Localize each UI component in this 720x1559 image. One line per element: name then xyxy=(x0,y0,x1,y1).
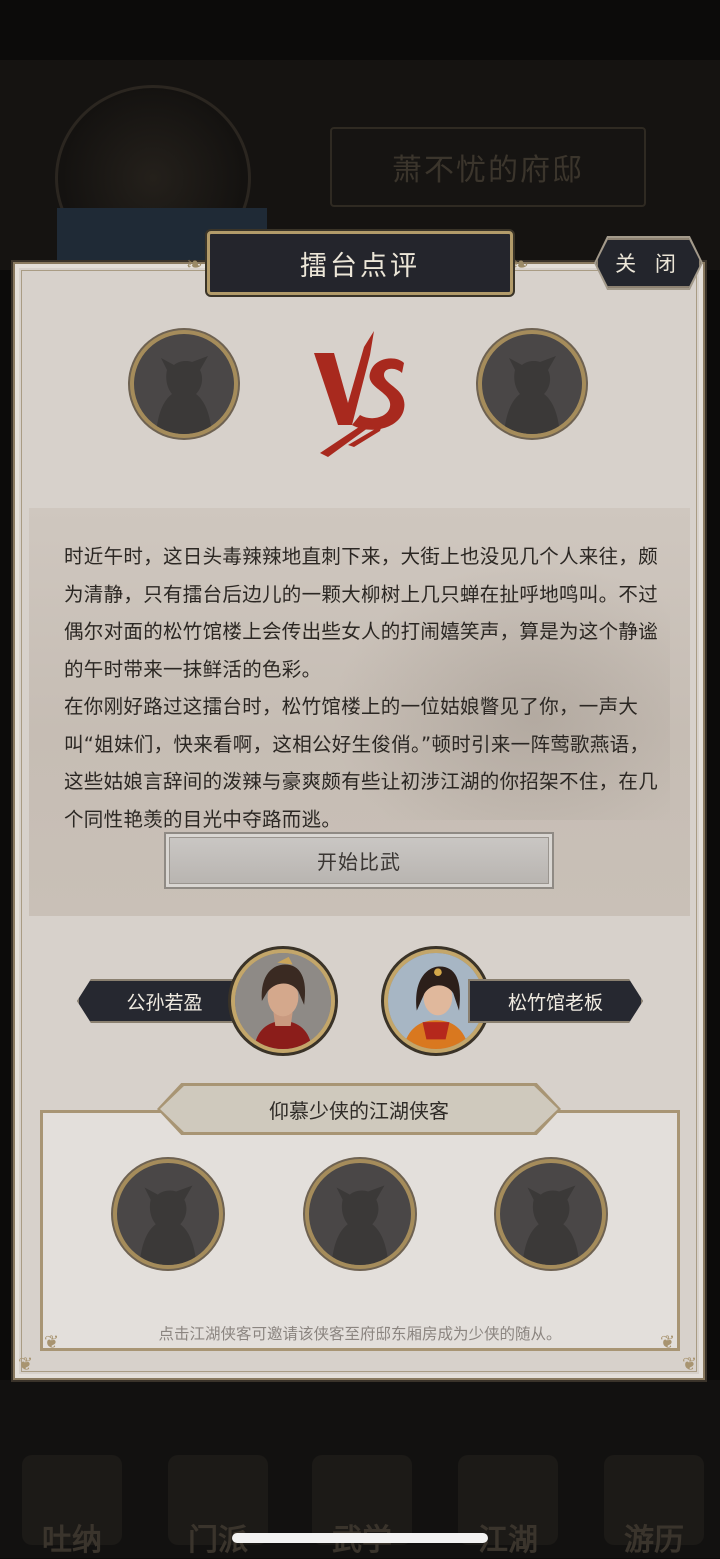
title-wing-right-icon: ❧ xyxy=(512,252,529,276)
character-left-portrait[interactable] xyxy=(231,949,335,1053)
character-left-name: 公孙若盈 xyxy=(77,979,252,1023)
follower-slot-3[interactable] xyxy=(496,1159,606,1269)
close-button[interactable]: 关 闭 xyxy=(596,238,701,288)
modal-title: 擂台点评 xyxy=(207,231,513,295)
story-paragraph: 时近午时，这日头毒辣辣地直刺下来，大街上也没见几个人来往，颇为清静，只有擂台后边… xyxy=(64,545,659,681)
vs-emblem-icon xyxy=(314,331,405,457)
fighter-left-silhouette xyxy=(130,330,238,438)
corner-ornament-icon: ❦ xyxy=(682,1354,698,1375)
start-duel-button[interactable]: 开始比武 xyxy=(164,832,554,889)
silhouette-icon xyxy=(331,1185,389,1265)
followers-header: 仰慕少侠的江湖侠客 xyxy=(160,1086,558,1132)
fighter-right-silhouette xyxy=(478,330,586,438)
home-indicator[interactable] xyxy=(232,1533,488,1543)
corner-ornament-icon: ❦ xyxy=(44,1332,60,1353)
character-portrait-icon xyxy=(235,953,331,1049)
silhouette-icon xyxy=(522,1185,580,1265)
corner-ornament-icon: ❦ xyxy=(660,1332,676,1353)
background-mansion-title: 萧不忧的府邸 xyxy=(330,127,646,207)
nav-youli-label: 游历 xyxy=(624,1523,684,1558)
corner-ornament-icon: ❦ xyxy=(18,1354,34,1375)
story-paragraph: 在你刚好路过这擂台时，松竹馆楼上的一位姑娘瞥见了你，一声大叫“姐妹们，快来看啊，… xyxy=(64,695,659,831)
silhouette-icon xyxy=(139,1185,197,1265)
character-right-name: 松竹馆老板 xyxy=(468,979,643,1023)
follower-slot-2[interactable] xyxy=(305,1159,415,1269)
title-wing-left-icon: ❧ xyxy=(186,252,203,276)
followers-hint: 点击江湖侠客可邀请该侠客至府邸东厢房成为少侠的随从。 xyxy=(158,1325,562,1343)
silhouette-icon xyxy=(156,356,212,434)
silhouette-icon xyxy=(504,356,560,434)
story-text: 时近午时，这日头毒辣辣地直刺下来，大街上也没见几个人来往，颇为清静，只有擂台后边… xyxy=(64,538,664,838)
nav-tuna-label: 吐纳 xyxy=(42,1523,102,1558)
follower-slot-1[interactable] xyxy=(113,1159,223,1269)
